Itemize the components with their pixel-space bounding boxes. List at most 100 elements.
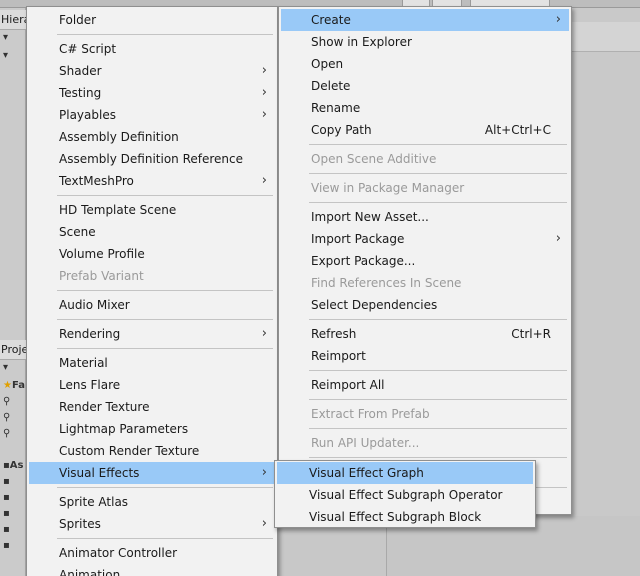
- menu-item-label: Scene: [59, 225, 96, 239]
- shortcut-label: Alt+Ctrl+C: [484, 123, 551, 137]
- folder-icon: ▪: [3, 508, 10, 519]
- menu-item-visual-effects[interactable]: Visual Effects ›: [29, 462, 275, 484]
- menu-separator: [57, 195, 273, 196]
- favorites-label: Fa: [11, 380, 25, 391]
- chevron-right-icon: ›: [555, 12, 561, 27]
- folder-icon: ▪: [3, 476, 10, 487]
- menu-item-label: Shader: [59, 64, 102, 78]
- menu-separator: [309, 399, 567, 400]
- menu-item-custom-render-texture[interactable]: Custom Render Texture: [29, 440, 275, 462]
- menu-separator: [309, 202, 567, 203]
- menu-item-label: Delete: [311, 79, 351, 93]
- menu-item-visual-effect-subgraph-operator[interactable]: Visual Effect Subgraph Operator: [277, 484, 533, 506]
- hierarchy-tab[interactable]: Hiera: [0, 10, 26, 30]
- menu-separator: [309, 173, 567, 174]
- project-tab[interactable]: Proje: [0, 340, 26, 360]
- menu-item-shader[interactable]: Shader ›: [29, 60, 275, 82]
- menu-item-visual-effect-graph[interactable]: Visual Effect Graph: [277, 462, 533, 484]
- project-dropdown-icon[interactable]: ▾: [3, 362, 8, 373]
- menu-item-audio-mixer[interactable]: Audio Mixer: [29, 294, 275, 316]
- menu-item-volume-profile[interactable]: Volume Profile: [29, 243, 275, 265]
- menu-item-select-dependencies[interactable]: Select Dependencies: [281, 294, 569, 316]
- hierarchy-dropdown-icon[interactable]: ▾: [3, 32, 8, 43]
- menu-separator: [57, 348, 273, 349]
- menu-item-open-scene-additive: Open Scene Additive: [281, 148, 569, 170]
- menu-item-assembly-definition[interactable]: Assembly Definition: [29, 126, 275, 148]
- menu-item-label: Visual Effect Subgraph Block: [309, 510, 482, 524]
- chevron-right-icon: ›: [261, 173, 267, 188]
- menu-item-label: Assembly Definition Reference: [59, 152, 244, 166]
- menu-item-label: Create: [311, 13, 351, 27]
- menu-item-reimport[interactable]: Reimport: [281, 345, 569, 367]
- search-icon: ⚲: [3, 412, 11, 423]
- menu-item-rename[interactable]: Rename: [281, 97, 569, 119]
- menu-item-run-api-updater: Run API Updater...: [281, 432, 569, 454]
- assets-row[interactable]: ▪As: [3, 460, 23, 471]
- menu-item-hd-template-scene[interactable]: HD Template Scene: [29, 199, 275, 221]
- menu-item-lens-flare[interactable]: Lens Flare: [29, 374, 275, 396]
- menu-item-prefab-variant: Prefab Variant: [29, 265, 275, 287]
- menu-item-rendering[interactable]: Rendering ›: [29, 323, 275, 345]
- context-menu: Create › Show in Explorer Open Delete Ren…: [278, 6, 572, 515]
- chevron-right-icon: ›: [261, 465, 267, 480]
- menu-separator: [309, 457, 567, 458]
- menu-item-label: Rename: [311, 101, 361, 115]
- menu-item-reimport-all[interactable]: Reimport All: [281, 374, 569, 396]
- hierarchy-dropdown-icon[interactable]: ▾: [3, 50, 8, 61]
- menu-item-render-texture[interactable]: Render Texture: [29, 396, 275, 418]
- menu-item-delete[interactable]: Delete: [281, 75, 569, 97]
- menu-separator: [309, 144, 567, 145]
- menu-item-material[interactable]: Material: [29, 352, 275, 374]
- menu-item-open[interactable]: Open: [281, 53, 569, 75]
- menu-item-label: Export Package...: [311, 254, 416, 268]
- visual-effects-submenu: Visual Effect Graph Visual Effect Subgra…: [274, 460, 536, 528]
- menu-item-visual-effect-subgraph-block[interactable]: Visual Effect Subgraph Block: [277, 506, 533, 528]
- hierarchy-tab-label: Hiera: [1, 13, 26, 26]
- menu-separator: [57, 319, 273, 320]
- menu-item-folder[interactable]: Folder: [29, 9, 275, 31]
- favorites-row[interactable]: ★Fa: [3, 380, 25, 391]
- menu-item-show-in-explorer[interactable]: Show in Explorer: [281, 31, 569, 53]
- menu-item-animation[interactable]: Animation: [29, 564, 275, 576]
- menu-item-sprite-atlas[interactable]: Sprite Atlas: [29, 491, 275, 513]
- menu-item-animator-controller[interactable]: Animator Controller: [29, 542, 275, 564]
- search-icon: ⚲: [3, 396, 11, 407]
- menu-separator: [57, 34, 273, 35]
- menu-item-label: Lightmap Parameters: [59, 422, 189, 436]
- menu-item-label: Extract From Prefab: [311, 407, 430, 421]
- chevron-right-icon: ›: [261, 107, 267, 122]
- chevron-right-icon: ›: [261, 326, 267, 341]
- menu-item-label: Show in Explorer: [311, 35, 412, 49]
- menu-item-label: Visual Effects: [59, 466, 140, 480]
- menu-item-assembly-definition-reference[interactable]: Assembly Definition Reference: [29, 148, 275, 170]
- menu-item-csharp-script[interactable]: C# Script: [29, 38, 275, 60]
- scene-view: [572, 8, 640, 576]
- shortcut-label: Ctrl+R: [511, 327, 551, 341]
- menu-item-export-package[interactable]: Export Package...: [281, 250, 569, 272]
- menu-item-label: Run API Updater...: [311, 436, 420, 450]
- menu-item-refresh[interactable]: Refresh Ctrl+R: [281, 323, 569, 345]
- menu-item-lightmap-parameters[interactable]: Lightmap Parameters: [29, 418, 275, 440]
- menu-item-label: Open Scene Additive: [311, 152, 437, 166]
- menu-separator: [57, 290, 273, 291]
- menu-item-playables[interactable]: Playables ›: [29, 104, 275, 126]
- menu-item-sprites[interactable]: Sprites ›: [29, 513, 275, 535]
- menu-item-textmeshpro[interactable]: TextMeshPro ›: [29, 170, 275, 192]
- menu-item-scene[interactable]: Scene: [29, 221, 275, 243]
- scene-view-header: [572, 22, 640, 52]
- menu-item-find-references: Find References In Scene: [281, 272, 569, 294]
- menu-item-create[interactable]: Create ›: [281, 9, 569, 31]
- folder-icon: ▪: [3, 492, 10, 503]
- menu-item-label: Rendering: [59, 327, 121, 341]
- menu-item-extract-from-prefab: Extract From Prefab: [281, 403, 569, 425]
- menu-item-import-package[interactable]: Import Package ›: [281, 228, 569, 250]
- menu-item-label: Open: [311, 57, 344, 71]
- menu-item-testing[interactable]: Testing ›: [29, 82, 275, 104]
- menu-item-import-new-asset[interactable]: Import New Asset...: [281, 206, 569, 228]
- menu-item-label: C# Script: [59, 42, 117, 56]
- menu-item-copy-path[interactable]: Copy Path Alt+Ctrl+C: [281, 119, 569, 141]
- menu-separator: [57, 487, 273, 488]
- menu-item-label: Playables: [59, 108, 116, 122]
- menu-item-label: View in Package Manager: [311, 181, 465, 195]
- menu-item-label: Animator Controller: [59, 546, 178, 560]
